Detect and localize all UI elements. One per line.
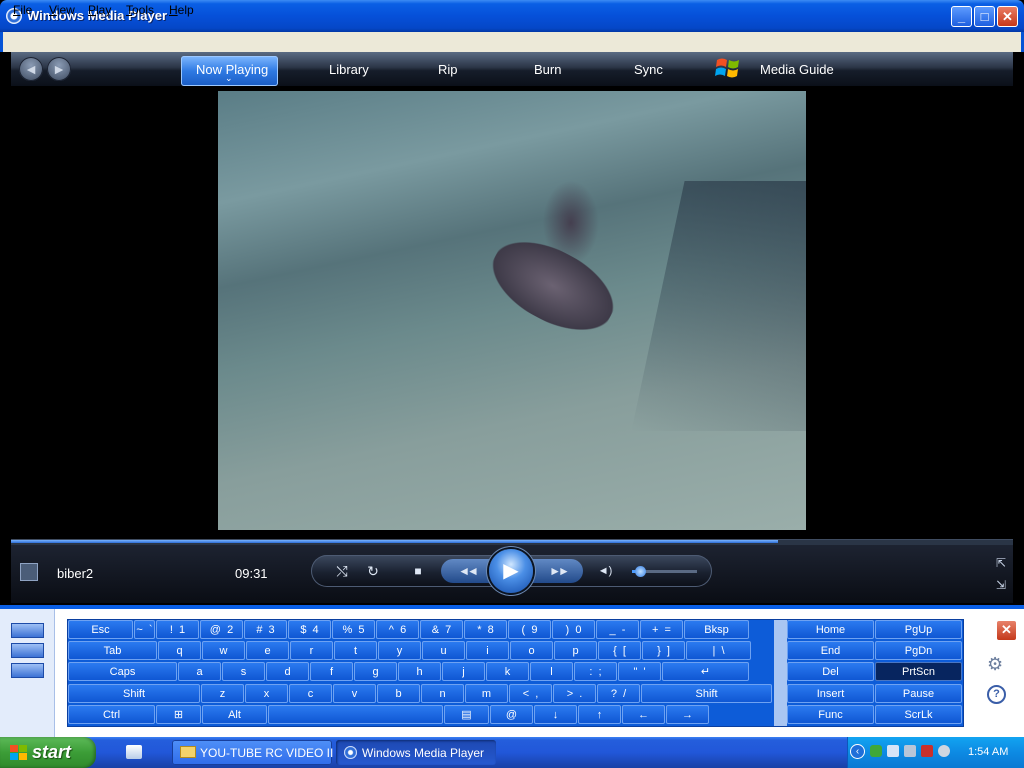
help-icon[interactable]: ? (987, 685, 1006, 704)
windows-logo-icon (715, 58, 739, 78)
keyboard-separator (774, 620, 787, 726)
windows-logo-icon (10, 745, 27, 760)
taskbar-item-label: Windows Media Player (362, 746, 485, 760)
clock: 1:54 AM (968, 746, 1009, 758)
chevron-left-icon[interactable]: ‹ (850, 744, 865, 759)
close-button[interactable]: ✕ (997, 6, 1018, 27)
quick-launch-icon[interactable] (126, 745, 142, 759)
repeat-icon[interactable]: ↻ (362, 561, 384, 581)
previous-button[interactable]: ◄◄ (450, 561, 484, 581)
video-frame-object (479, 224, 627, 348)
maximize-button[interactable]: □ (974, 6, 995, 27)
keyboard-close-button[interactable]: ✕ (996, 620, 1017, 641)
video-display[interactable] (218, 91, 806, 530)
gear-icon[interactable]: ⚙ (987, 654, 1003, 675)
shuffle-icon[interactable]: ⤭ (331, 561, 353, 581)
seek-progress (11, 540, 778, 543)
menu-play[interactable]: Play (88, 3, 111, 17)
fullscreen-icon[interactable]: ⇱ (996, 556, 1006, 570)
menu-bar (0, 32, 1024, 52)
mute-icon[interactable]: ◄) (594, 561, 616, 581)
chevron-down-icon[interactable]: ⌄ (225, 73, 233, 84)
keyboard-mode-3-icon[interactable] (11, 663, 44, 678)
tab-rip[interactable]: Rip (438, 62, 458, 77)
elapsed-time: 09:31 (235, 566, 268, 581)
tab-sync[interactable]: Sync (634, 62, 663, 77)
next-button[interactable]: ►► (541, 561, 575, 581)
pdf-icon[interactable] (921, 745, 933, 757)
keyboard-mode-1-icon[interactable] (11, 623, 44, 638)
folder-icon (180, 746, 196, 758)
video-file-icon (20, 563, 38, 581)
track-title: biber2 (57, 566, 94, 581)
play-button[interactable]: ▶ (489, 549, 533, 593)
menu-tools[interactable]: Tools (126, 3, 154, 17)
menu-view[interactable]: View (49, 3, 75, 17)
media-player-icon (344, 746, 357, 759)
tab-library[interactable]: Library (329, 62, 369, 77)
tab-burn[interactable]: Burn (534, 62, 561, 77)
volume-icon[interactable] (904, 745, 916, 757)
network-icon[interactable] (870, 745, 882, 757)
forward-arrow-icon[interactable]: ► (47, 57, 71, 81)
taskbar-item-label: YOU-TUBE RC VIDEO II (200, 746, 334, 760)
tab-media-guide[interactable]: Media Guide (760, 62, 834, 77)
feature-taskbar (11, 52, 1013, 86)
start-label: start (32, 742, 72, 762)
back-arrow-icon[interactable]: ◄ (19, 57, 43, 81)
compact-mode-icon[interactable]: ⇲ (996, 578, 1006, 592)
keyboard-keys (67, 619, 964, 727)
menu-file[interactable]: File (13, 3, 32, 17)
connection-icon[interactable] (887, 745, 899, 757)
video-frame-shadow (631, 181, 806, 431)
minimize-button[interactable]: _ (951, 6, 972, 27)
menu-help[interactable]: Help (169, 3, 194, 17)
security-icon[interactable] (938, 745, 950, 757)
volume-thumb[interactable] (635, 566, 646, 577)
stop-button[interactable]: ■ (407, 561, 429, 581)
keyboard-mode-2-icon[interactable] (11, 643, 44, 658)
